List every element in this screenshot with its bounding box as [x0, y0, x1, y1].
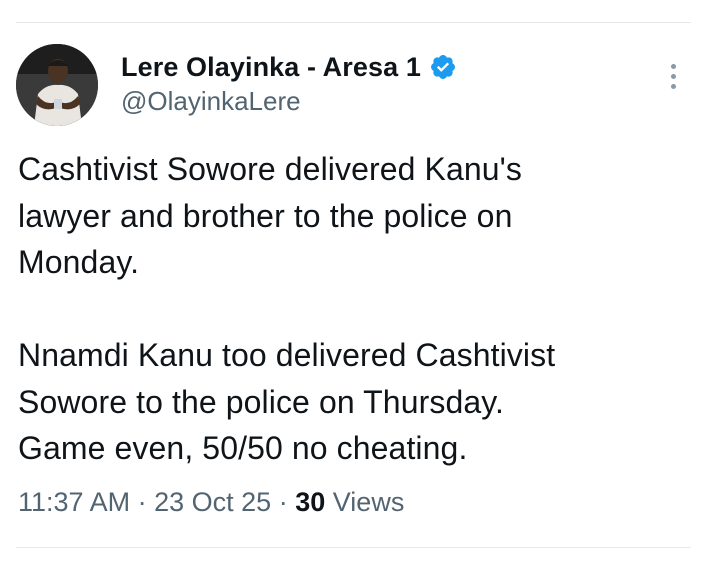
- top-divider: [16, 22, 691, 23]
- bottom-divider: [16, 547, 691, 548]
- views-label[interactable]: Views: [333, 487, 405, 517]
- more-options-icon[interactable]: [666, 64, 680, 94]
- tweet-paragraph-2: Nnamdi Kanu too delivered Cashtivist Sow…: [18, 337, 556, 466]
- meta-separator: ·: [278, 487, 288, 517]
- avatar[interactable]: [16, 44, 98, 126]
- meta-separator: ·: [137, 487, 147, 517]
- author-handle[interactable]: @OlayinkaLere: [121, 86, 301, 117]
- author-display-name[interactable]: Lere Olayinka - Aresa 1: [121, 52, 421, 83]
- avatar-image: [16, 44, 98, 126]
- views-count[interactable]: 30: [295, 487, 325, 517]
- author-name-row[interactable]: Lere Olayinka - Aresa 1: [121, 49, 457, 85]
- tweet-date[interactable]: 23 Oct 25: [154, 487, 271, 517]
- tweet-time[interactable]: 11:37 AM: [18, 487, 130, 517]
- verified-badge-icon: [429, 53, 457, 81]
- tweet-paragraph-1: Cashtivist Sowore delivered Kanu's lawye…: [18, 151, 522, 280]
- tweet-text: Cashtivist Sowore delivered Kanu's lawye…: [18, 146, 678, 472]
- tweet-meta: 11:37 AM · 23 Oct 25 · 30 Views: [18, 487, 404, 518]
